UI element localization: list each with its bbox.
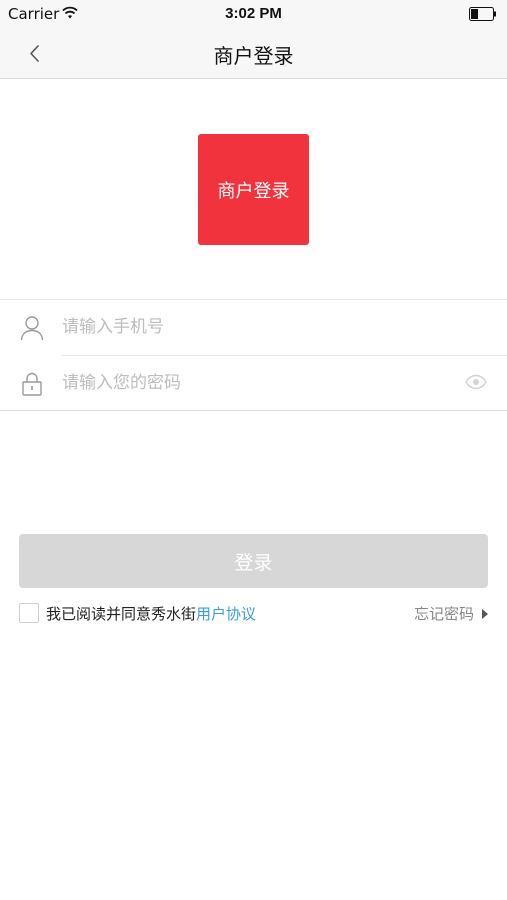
status-time: 3:02 PM [225,5,282,22]
caret-right-icon [482,608,488,619]
logo-text: 商户登录 [217,180,290,202]
merchant-logo: 商户登录 [198,134,309,245]
forgot-password-link[interactable]: 忘记密码 [414,603,488,624]
forgot-password-label: 忘记密码 [413,605,474,623]
login-screen: Carrier 3:02 PM 商户登录 商户登录 请输入手机号 登录 我已阅读… [0,0,507,900]
password-input[interactable] [62,368,442,398]
lock-icon [22,372,42,396]
agreement-text: 我已阅读并同意秀水街用户协议 [46,603,256,624]
phone-input[interactable] [62,312,442,342]
user-agreement-link[interactable]: 用户协议 [196,605,256,623]
page-title: 商户登录 [213,44,294,68]
divider [0,410,507,411]
password-row [0,356,507,411]
agreement-label: 我已阅读并同意秀水街 [46,605,197,623]
nav-bar: 商户登录 [0,28,507,79]
agreement-checkbox[interactable] [19,603,39,623]
phone-row [0,300,507,355]
user-icon [20,316,44,341]
eye-icon[interactable] [465,374,487,390]
login-button[interactable]: 登录 [19,534,488,588]
battery-icon [469,7,496,21]
status-bar: Carrier 3:02 PM [0,0,507,28]
